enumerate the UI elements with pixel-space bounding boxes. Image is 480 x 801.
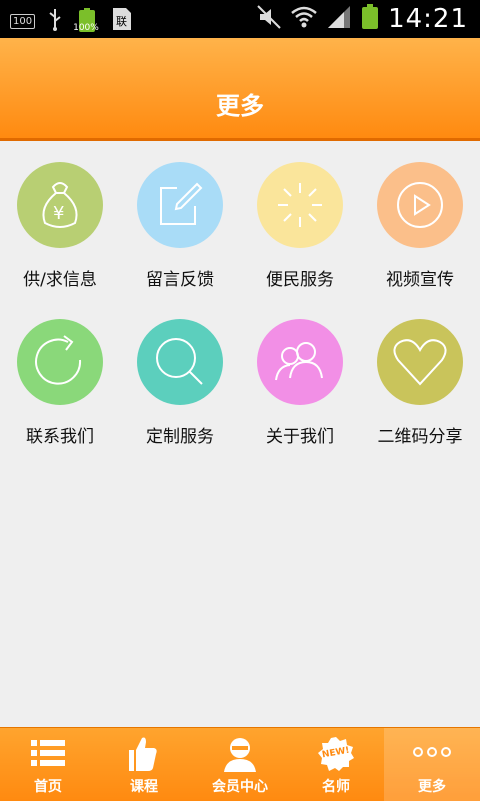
search-icon xyxy=(137,319,223,405)
svg-text:¥: ¥ xyxy=(53,203,64,224)
mute-icon xyxy=(256,4,282,34)
signal-icon xyxy=(326,4,352,34)
sparkle-icon xyxy=(257,162,343,248)
tile-video[interactable]: 视频宣传 xyxy=(360,160,480,300)
tile-label: 二维码分享 xyxy=(377,427,463,447)
play-icon xyxy=(377,162,463,248)
tile-public-service[interactable]: 便民服务 xyxy=(240,160,360,300)
tile-label: 关于我们 xyxy=(266,427,334,447)
battery-charging-icon: 100% xyxy=(73,8,99,34)
tab-teachers[interactable]: NEW! 名师 xyxy=(288,728,384,801)
tile-feedback[interactable]: 留言反馈 xyxy=(120,160,240,300)
tab-label: 会员中心 xyxy=(212,779,268,795)
heart-icon xyxy=(377,319,463,405)
tab-label: 课程 xyxy=(130,779,158,795)
sim-icon: 联 xyxy=(111,6,133,36)
tab-label: 名师 xyxy=(322,779,350,795)
refresh-icon xyxy=(17,319,103,405)
tab-member-center[interactable]: 会员中心 xyxy=(192,728,288,801)
new-badge-icon: NEW! xyxy=(316,736,356,772)
thumbs-up-icon xyxy=(124,736,164,772)
tile-about-us[interactable]: 关于我们 xyxy=(240,317,360,457)
bottom-tab-bar: 首页 课程 会员中心 NEW! 名师 更多 xyxy=(0,727,480,801)
money-bag-icon: ¥ xyxy=(17,162,103,248)
edit-icon xyxy=(137,162,223,248)
wifi-icon xyxy=(290,4,318,34)
tile-label: 视频宣传 xyxy=(386,270,454,290)
tile-contact[interactable]: 联系我们 xyxy=(0,317,120,457)
tab-home[interactable]: 首页 xyxy=(0,728,96,801)
tile-label: 定制服务 xyxy=(146,427,214,447)
tile-label: 留言反馈 xyxy=(146,270,214,290)
clock: 14:21 xyxy=(388,4,468,34)
tile-supply-demand[interactable]: ¥ 供/求信息 xyxy=(0,160,120,300)
list-icon xyxy=(28,736,68,772)
battery-icon xyxy=(360,3,380,35)
more-dots-icon xyxy=(412,736,452,772)
tab-label: 首页 xyxy=(34,779,62,795)
page-header: 更多 xyxy=(0,38,480,141)
tab-label: 更多 xyxy=(418,779,446,795)
tile-label: 便民服务 xyxy=(266,270,334,290)
person-icon xyxy=(220,736,260,772)
status-bar: 100 100% 联 14:21 xyxy=(0,0,480,38)
tile-custom-service[interactable]: 定制服务 xyxy=(120,317,240,457)
battery-100-icon: 100 xyxy=(10,13,36,29)
usb-icon xyxy=(47,7,63,35)
tile-label: 供/求信息 xyxy=(23,270,97,290)
tab-more[interactable]: 更多 xyxy=(384,728,480,801)
svg-text:联: 联 xyxy=(116,15,127,28)
battery-percent-label: 100% xyxy=(73,23,99,33)
tile-label: 联系我们 xyxy=(26,427,94,447)
tile-qrcode-share[interactable]: 二维码分享 xyxy=(360,317,480,457)
page-title: 更多 xyxy=(216,92,264,120)
tab-courses[interactable]: 课程 xyxy=(96,728,192,801)
users-icon xyxy=(257,319,343,405)
